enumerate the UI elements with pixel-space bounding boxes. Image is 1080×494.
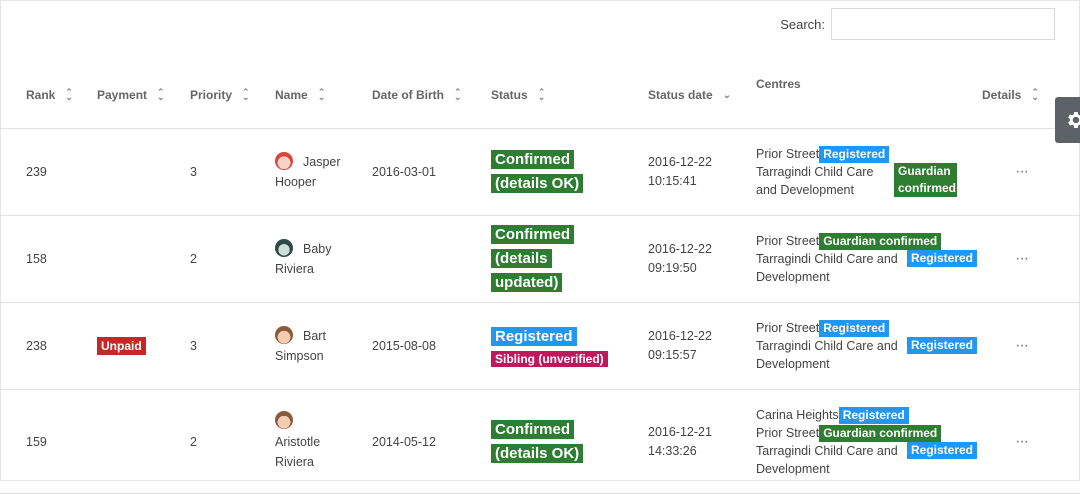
centres-cell: Carina Heights Registered Prior Street Gua… [726, 389, 977, 494]
col-header-status[interactable]: Status ⌃ ⌄ [461, 62, 618, 129]
priority-cell: 2 [164, 389, 249, 494]
rank-cell: 239 [0, 128, 71, 216]
status-cell: Confirmed (details OK) [461, 128, 618, 216]
status-date-cell: 2016-12-22 09:19:50 [618, 215, 726, 303]
centre-status-badge: Registered [906, 250, 977, 267]
col-header-status-date[interactable]: Status date ⌄ [618, 62, 731, 129]
centre-status-badge: Guardian confirmed [819, 233, 942, 250]
child-boy-icon [275, 325, 293, 344]
name-cell[interactable]: Aristotle Riviera [249, 389, 346, 494]
name-cell[interactable]: Bart Simpson [249, 302, 346, 390]
table-row[interactable]: 238 Unpaid 3 Bart Simpson 2015-08-08 Regi… [0, 302, 1080, 390]
child-boy-icon [275, 411, 293, 430]
centres-cell: Prior Street Registered Tarragindi Child … [726, 128, 963, 216]
status-cell: Registered Sibling (unverified) [461, 302, 618, 390]
sort-icon: ⌃ ⌄ [1031, 87, 1039, 102]
applications-table: Rank ⌃ ⌄ Payment ⌃ ⌄ Priority ⌃ ⌄ Name ⌃ ⌄ Date … [0, 62, 1080, 494]
centre-status-badge: Registered [819, 146, 890, 163]
priority-cell: 2 [164, 215, 249, 303]
dob-cell: 2016-03-01 [346, 128, 461, 216]
col-header-rank[interactable]: Rank ⌃ ⌄ [0, 62, 73, 129]
gear-icon [1068, 112, 1080, 128]
status-badge: Confirmed (details OK) [491, 150, 584, 193]
status-badge: Registered [491, 327, 577, 346]
payment-cell [71, 128, 164, 216]
centres-cell: Prior Street Registered Tarragindi Child … [726, 302, 977, 390]
centre-status-badge: Registered [906, 441, 977, 459]
baby-icon [275, 238, 293, 257]
table-row[interactable]: 159 2 Aristotle Riviera 2014-05-12 Confir… [0, 389, 1080, 494]
table-row[interactable]: 239 3 Jasper Hooper 2016-03-01 Confirmed … [0, 128, 1080, 216]
dob-cell: 2014-05-12 [346, 389, 461, 494]
table-header-row: Rank ⌃ ⌄ Payment ⌃ ⌄ Priority ⌃ ⌄ Name ⌃ ⌄ Date … [0, 62, 1080, 129]
centre-status-badge: Guardian confirmed [894, 163, 957, 197]
dob-cell: 2015-08-08 [346, 302, 461, 390]
child-red-hair-icon [275, 151, 293, 170]
col-header-payment[interactable]: Payment ⌃ ⌄ [71, 62, 165, 129]
centre-status-badge: Registered [906, 337, 977, 354]
payment-cell [71, 389, 164, 494]
search-bar: Search: [780, 8, 1055, 40]
sort-icon: ⌃ ⌄ [537, 87, 546, 102]
col-header-priority[interactable]: Priority ⌃ ⌄ [164, 62, 250, 129]
centres-cell: Prior Street Guardian confirmed Tarragind… [726, 215, 977, 303]
status-date-cell: 2016-12-22 10:15:41 [618, 128, 726, 216]
centre-status-badge: Guardian confirmed [819, 424, 942, 442]
status-badge: Confirmed (details updated) [491, 225, 574, 292]
name-cell[interactable]: Baby Riviera [249, 215, 346, 303]
rank-cell: 159 [0, 389, 71, 494]
settings-tab[interactable] [1055, 97, 1080, 143]
search-label: Search: [780, 16, 825, 32]
payment-status-badge: Unpaid [97, 337, 146, 355]
centre-status-badge: Registered [838, 406, 909, 424]
sort-icon: ⌃ ⌄ [317, 87, 326, 102]
col-header-name[interactable]: Name ⌃ ⌄ [249, 62, 346, 129]
sibling-badge: Sibling (unverified) [491, 351, 608, 367]
status-date-cell: 2016-12-22 09:15:57 [618, 302, 726, 390]
status-cell: Confirmed (details updated) [461, 215, 618, 303]
col-header-dob[interactable]: Date of Birth ⌃ ⌄ [346, 62, 462, 129]
dob-cell [346, 215, 461, 303]
payment-cell [71, 215, 164, 303]
table-row[interactable]: 158 2 Baby Riviera Confirmed (details upd… [0, 215, 1080, 303]
priority-cell: 3 [164, 302, 249, 390]
rank-cell: 238 [0, 302, 71, 390]
priority-cell: 3 [164, 128, 249, 216]
status-badge: Confirmed (details OK) [491, 419, 584, 463]
status-date-cell: 2016-12-21 14:33:26 [618, 389, 726, 494]
rank-cell: 158 [0, 215, 71, 303]
name-cell[interactable]: Jasper Hooper [249, 128, 346, 216]
col-header-centres: Centres [726, 62, 963, 129]
search-input[interactable] [831, 8, 1055, 40]
sort-desc-icon: ⌄ [722, 89, 732, 101]
status-cell: Confirmed (details OK) [461, 389, 618, 494]
payment-cell: Unpaid [71, 302, 164, 390]
centre-status-badge: Registered [819, 320, 890, 337]
